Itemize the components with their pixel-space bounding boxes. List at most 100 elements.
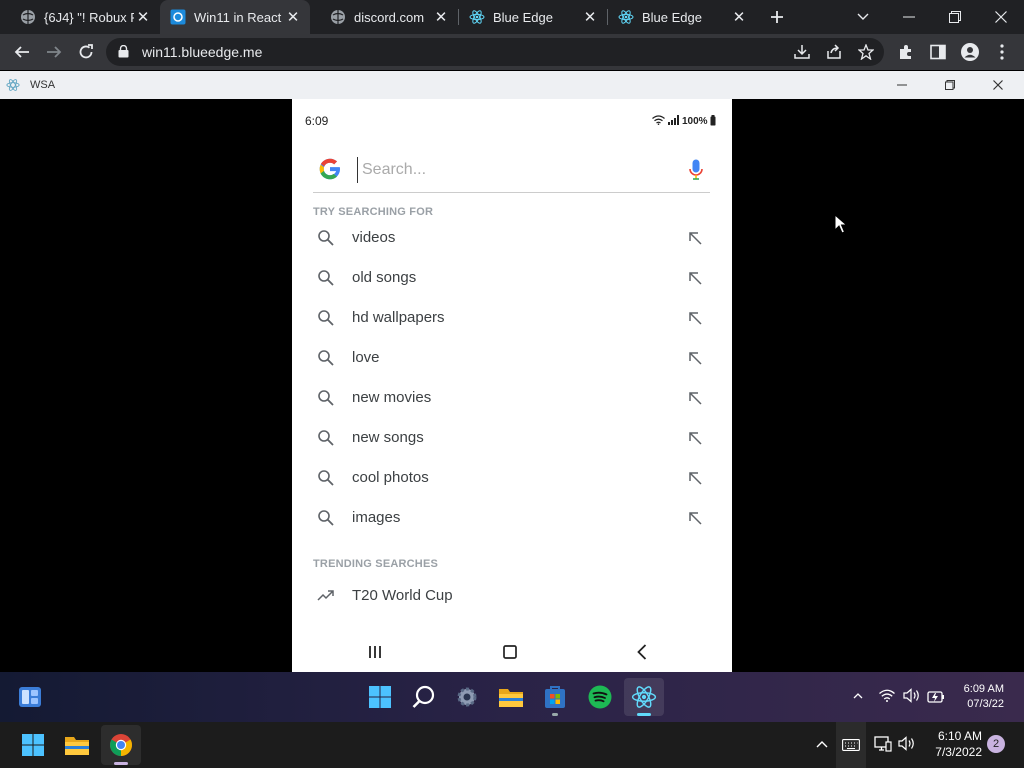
restore-button[interactable] bbox=[932, 0, 978, 34]
install-app-button[interactable] bbox=[786, 34, 818, 70]
tab-win11-react[interactable]: Win11 in React ✕ bbox=[160, 0, 310, 34]
file-explorer-app[interactable] bbox=[491, 678, 531, 716]
google-logo-icon[interactable] bbox=[317, 156, 343, 182]
gear-icon bbox=[457, 687, 477, 707]
url-text: win11.blueedge.me bbox=[142, 44, 263, 60]
inner-clock-time[interactable]: 6:09 AM bbox=[950, 683, 1004, 695]
suggestion-item[interactable]: hd wallpapers bbox=[313, 298, 710, 338]
close-window-button[interactable] bbox=[978, 0, 1024, 34]
bookmark-button[interactable] bbox=[850, 34, 882, 70]
host-file-explorer[interactable] bbox=[58, 726, 96, 764]
search-icon bbox=[318, 230, 334, 246]
suggestion-item[interactable]: old songs bbox=[313, 258, 710, 298]
volume-icon[interactable] bbox=[903, 688, 920, 703]
tab-search-button[interactable] bbox=[840, 0, 886, 34]
host-clock-date[interactable]: 7/3/2022 bbox=[920, 745, 982, 759]
plus-icon bbox=[771, 11, 783, 23]
tab-close-icon[interactable]: ✕ bbox=[581, 8, 599, 26]
network-icon[interactable] bbox=[874, 736, 892, 752]
install-icon bbox=[794, 45, 810, 59]
arrow-right-icon bbox=[47, 46, 62, 58]
search-icon bbox=[318, 390, 334, 406]
wsa-close-button[interactable] bbox=[986, 71, 1010, 99]
arrow-up-left-icon[interactable] bbox=[686, 429, 704, 447]
host-chrome-app[interactable] bbox=[101, 725, 141, 765]
search-icon bbox=[318, 270, 334, 286]
tab-blue-edge-1[interactable]: Blue Edge ✕ bbox=[459, 0, 607, 34]
arrow-up-left-icon[interactable] bbox=[686, 309, 704, 327]
start-button[interactable] bbox=[360, 678, 400, 716]
back-button[interactable] bbox=[6, 34, 38, 70]
chevron-left-icon bbox=[637, 644, 647, 660]
status-bar-time: 6:09 bbox=[305, 114, 329, 128]
host-tray-overflow[interactable] bbox=[814, 736, 830, 752]
tab-title: Win11 in React bbox=[194, 9, 282, 25]
search-icon bbox=[318, 510, 334, 526]
win11-app-icon bbox=[170, 9, 186, 25]
minimize-button[interactable] bbox=[886, 0, 932, 34]
suggestion-item[interactable]: cool photos bbox=[313, 458, 710, 498]
arrow-up-left-icon[interactable] bbox=[686, 269, 704, 287]
tab-robux[interactable]: {6J4} "! Robux Fr ✕ bbox=[0, 0, 160, 34]
home-button[interactable] bbox=[493, 640, 527, 664]
lock-icon[interactable] bbox=[118, 45, 129, 58]
suggestion-item[interactable]: videos bbox=[313, 218, 710, 258]
suggestion-item[interactable]: love bbox=[313, 338, 710, 378]
trending-item[interactable]: T20 World Cup bbox=[313, 576, 710, 616]
tab-discord[interactable]: discord.com ✕ bbox=[310, 0, 458, 34]
search-input[interactable] bbox=[357, 157, 677, 183]
minimize-icon bbox=[897, 84, 907, 86]
suggestion-item[interactable]: new movies bbox=[313, 378, 710, 418]
touch-keyboard-button[interactable] bbox=[836, 722, 866, 768]
wifi-icon bbox=[652, 115, 665, 125]
wifi-icon[interactable] bbox=[879, 689, 895, 702]
chrome-icon bbox=[110, 734, 132, 756]
notification-count-badge[interactable]: 2 bbox=[987, 735, 1005, 753]
arrow-up-left-icon[interactable] bbox=[686, 229, 704, 247]
arrow-up-left-icon[interactable] bbox=[686, 389, 704, 407]
search-button[interactable] bbox=[404, 678, 444, 716]
new-tab-button[interactable] bbox=[760, 0, 794, 34]
forward-button[interactable] bbox=[38, 34, 70, 70]
tab-close-icon[interactable]: ✕ bbox=[432, 8, 450, 26]
inner-clock-date[interactable]: 07/3/22 bbox=[950, 698, 1004, 710]
voice-search-icon[interactable] bbox=[689, 159, 703, 181]
trending-up-icon bbox=[317, 590, 334, 601]
store-app[interactable] bbox=[535, 678, 575, 716]
settings-app[interactable] bbox=[447, 678, 487, 716]
arrow-up-left-icon[interactable] bbox=[686, 509, 704, 527]
wsa-restore-button[interactable] bbox=[938, 71, 962, 99]
search-icon bbox=[412, 685, 435, 708]
suggestion-label: new songs bbox=[352, 429, 424, 446]
tab-close-icon[interactable]: ✕ bbox=[284, 8, 302, 26]
recents-button[interactable] bbox=[358, 640, 392, 664]
tab-close-icon[interactable]: ✕ bbox=[134, 8, 152, 26]
tab-blue-edge-2[interactable]: Blue Edge ✕ bbox=[608, 0, 756, 34]
wsa-titlebar bbox=[0, 71, 1024, 99]
host-clock-time[interactable]: 6:10 AM bbox=[920, 729, 982, 743]
home-square-icon bbox=[503, 645, 517, 659]
back-nav-button[interactable] bbox=[625, 640, 659, 664]
volume-icon[interactable] bbox=[898, 736, 915, 751]
chrome-menu-button[interactable] bbox=[986, 34, 1018, 70]
wsa-minimize-button[interactable] bbox=[890, 71, 914, 99]
share-button[interactable] bbox=[818, 34, 850, 70]
widgets-button[interactable] bbox=[10, 678, 50, 716]
inner-tray-overflow[interactable] bbox=[850, 688, 866, 704]
reload-button[interactable] bbox=[70, 34, 102, 70]
folder-icon bbox=[499, 689, 523, 707]
suggestion-label: cool photos bbox=[352, 469, 429, 486]
android-app-active[interactable] bbox=[624, 678, 664, 716]
spotify-app[interactable] bbox=[580, 678, 620, 716]
suggestion-item[interactable]: images bbox=[313, 498, 710, 538]
extensions-button[interactable] bbox=[890, 34, 922, 70]
arrow-up-left-icon[interactable] bbox=[686, 349, 704, 367]
host-start-button[interactable] bbox=[14, 726, 52, 764]
side-panel-button[interactable] bbox=[922, 34, 954, 70]
battery-charging-icon[interactable] bbox=[927, 688, 945, 703]
more-vertical-icon bbox=[1000, 44, 1004, 60]
profile-button[interactable] bbox=[954, 34, 986, 70]
suggestion-item[interactable]: new songs bbox=[313, 418, 710, 458]
arrow-up-left-icon[interactable] bbox=[686, 469, 704, 487]
tab-close-icon[interactable]: ✕ bbox=[730, 8, 748, 26]
